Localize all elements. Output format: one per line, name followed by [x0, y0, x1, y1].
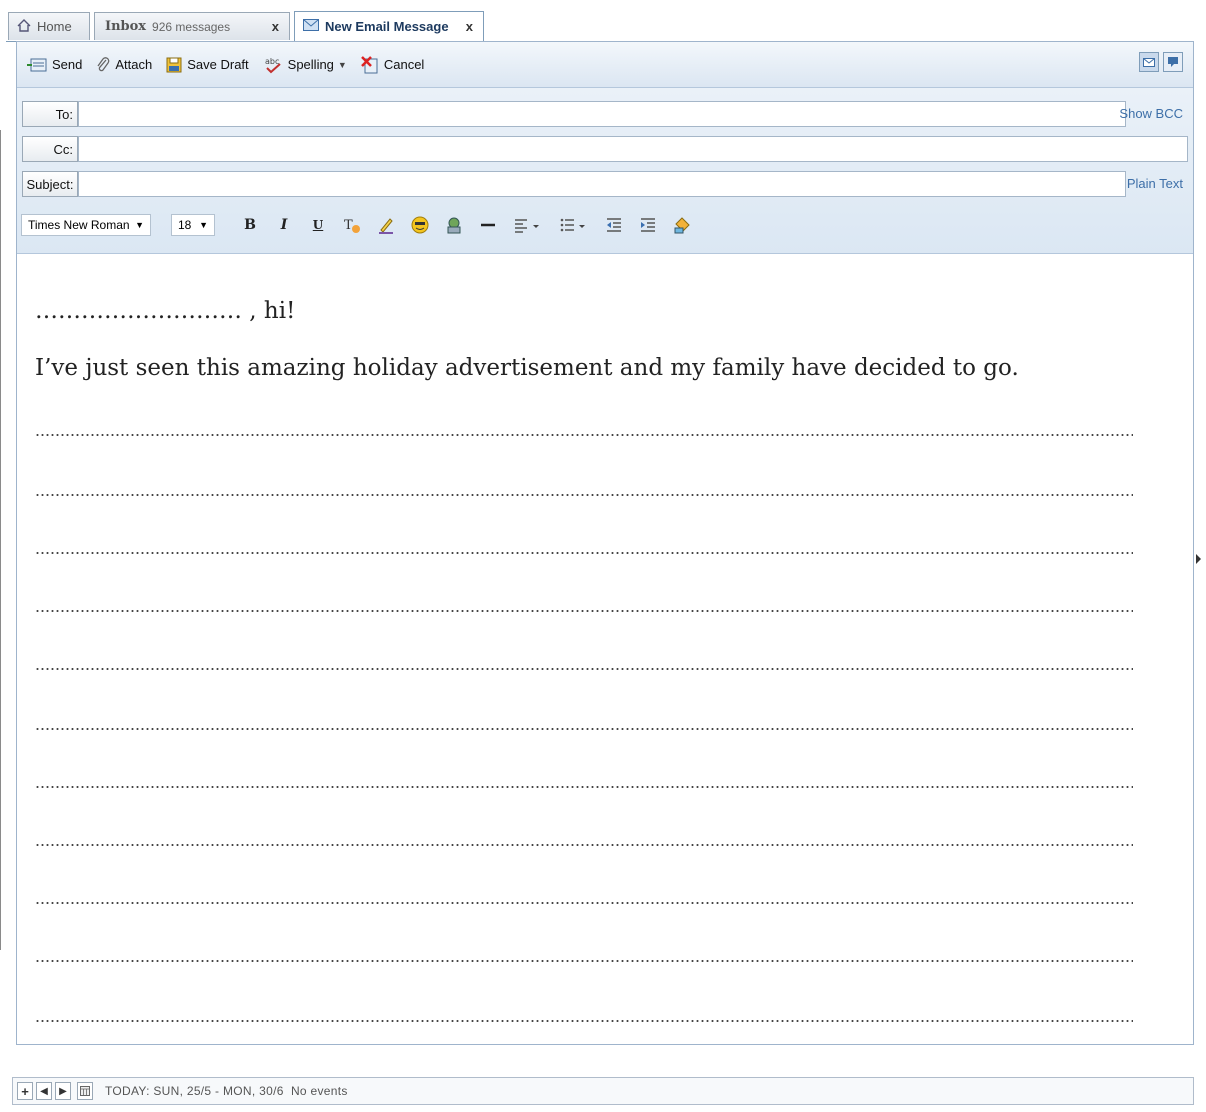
writing-line — [35, 434, 1133, 436]
home-icon — [17, 18, 31, 35]
calendar-icon[interactable] — [77, 1082, 93, 1100]
attach-label: Attach — [115, 57, 153, 72]
bold-icon[interactable]: B — [241, 215, 259, 235]
calendar-status-text: TODAY: SUN, 25/5 - MON, 30/6 No events — [105, 1084, 348, 1098]
subject-label: Subject: — [22, 171, 78, 197]
save-draft-label: Save Draft — [187, 57, 249, 72]
envelope-icon — [303, 19, 319, 34]
writing-line — [35, 1020, 1133, 1022]
intro-line: I’ve just seen this amazing holiday adve… — [35, 355, 1019, 381]
attach-button[interactable]: Attach — [96, 56, 153, 73]
cc-button[interactable]: Cc: — [22, 136, 78, 162]
writing-line — [35, 902, 1133, 904]
to-row: To: — [22, 101, 1126, 127]
spelling-label: Spelling — [287, 57, 334, 72]
writing-line — [35, 668, 1133, 670]
next-arrow-icon[interactable]: ▶ — [55, 1082, 71, 1100]
spellcheck-icon: abc — [263, 56, 283, 74]
cancel-button[interactable]: Cancel — [360, 55, 425, 74]
writing-line — [35, 552, 1133, 554]
svg-text:abc: abc — [265, 57, 279, 66]
speech-bubble-icon — [1168, 57, 1178, 67]
subject-row: Subject: — [22, 171, 1126, 197]
font-size-value: 18 — [178, 218, 192, 232]
insert-image-icon[interactable] — [445, 215, 463, 235]
compose-toolbar: Send Attach Save Draft abc Spelling ▼ Ca… — [17, 42, 1193, 88]
horizontal-rule-icon[interactable] — [479, 215, 497, 235]
writing-line — [35, 610, 1133, 612]
font-family-value: Times New Roman — [28, 218, 130, 232]
svg-text:T: T — [344, 218, 353, 233]
previous-arrow-icon[interactable]: ◀ — [36, 1082, 52, 1100]
format-toolbar: Times New Roman ▼ 18 ▼ B I U T — [21, 208, 691, 242]
paperclip-icon — [96, 56, 110, 73]
writing-line — [35, 844, 1133, 846]
tab-home[interactable]: Home — [8, 12, 90, 40]
message-headers: To: Show BCC Cc: Subject: Plain Text Tim… — [17, 88, 1193, 254]
spelling-button[interactable]: abc Spelling ▼ — [263, 56, 347, 74]
expand-panel-arrow-icon[interactable] — [1196, 554, 1201, 564]
plain-text-link[interactable]: Plain Text — [1127, 176, 1183, 191]
writing-line — [35, 728, 1133, 730]
view-toggle-group — [1139, 52, 1183, 72]
tab-new-email[interactable]: New Email Message x — [294, 11, 484, 41]
writing-line — [35, 960, 1133, 962]
compose-panel: Send Attach Save Draft abc Spelling ▼ Ca… — [16, 41, 1194, 1045]
outdent-icon[interactable] — [605, 215, 623, 235]
align-icon[interactable] — [513, 215, 543, 235]
chat-view-button[interactable] — [1163, 52, 1183, 72]
chevron-down-icon: ▼ — [199, 220, 208, 230]
paint-bucket-icon[interactable] — [673, 215, 691, 235]
writing-line — [35, 786, 1133, 788]
tab-inbox-label: Inbox — [105, 19, 147, 34]
cc-row: Cc: — [22, 136, 1188, 162]
send-icon — [27, 58, 47, 72]
cancel-icon — [360, 55, 379, 74]
tab-inbox[interactable]: Inbox 926 messages x — [94, 12, 290, 40]
mail-view-button[interactable] — [1139, 52, 1159, 72]
tab-bar: Home Inbox 926 messages x New Email Mess… — [6, 10, 1194, 42]
indent-icon[interactable] — [639, 215, 657, 235]
font-family-select[interactable]: Times New Roman ▼ — [21, 214, 151, 236]
close-icon[interactable]: x — [272, 19, 279, 34]
greeting-line: ……………………… , hi! — [35, 298, 296, 324]
tab-home-label: Home — [37, 19, 72, 34]
tab-new-email-label: New Email Message — [325, 19, 449, 34]
save-disk-icon — [166, 57, 182, 73]
cc-input[interactable] — [78, 136, 1188, 162]
chevron-down-icon: ▼ — [135, 220, 144, 230]
subject-input[interactable] — [78, 171, 1126, 197]
calendar-status-bar: + ◀ ▶ TODAY: SUN, 25/5 - MON, 30/6 No ev… — [12, 1077, 1194, 1105]
text-color-icon[interactable]: T — [343, 215, 361, 235]
close-icon[interactable]: x — [466, 19, 473, 34]
to-input[interactable] — [78, 101, 1126, 127]
underline-icon[interactable]: U — [309, 215, 327, 235]
send-button[interactable]: Send — [27, 57, 82, 72]
to-button[interactable]: To: — [22, 101, 78, 127]
window-left-edge — [0, 130, 1, 950]
chevron-down-icon: ▼ — [337, 59, 347, 70]
writing-line — [35, 494, 1133, 496]
cancel-label: Cancel — [383, 57, 425, 72]
send-label: Send — [52, 57, 83, 72]
list-icon[interactable] — [559, 215, 589, 235]
highlighter-icon[interactable] — [377, 215, 395, 235]
tab-inbox-count: 926 messages — [152, 19, 231, 34]
show-bcc-link[interactable]: Show BCC — [1119, 106, 1183, 121]
message-body[interactable]: ……………………… , hi! I’ve just seen this amaz… — [17, 254, 1193, 1044]
envelope-icon — [1143, 57, 1155, 67]
emoticon-icon[interactable] — [411, 215, 429, 235]
font-size-select[interactable]: 18 ▼ — [171, 214, 215, 236]
save-draft-button[interactable]: Save Draft — [166, 57, 249, 73]
add-icon[interactable]: + — [17, 1082, 33, 1100]
italic-icon[interactable]: I — [275, 215, 293, 235]
